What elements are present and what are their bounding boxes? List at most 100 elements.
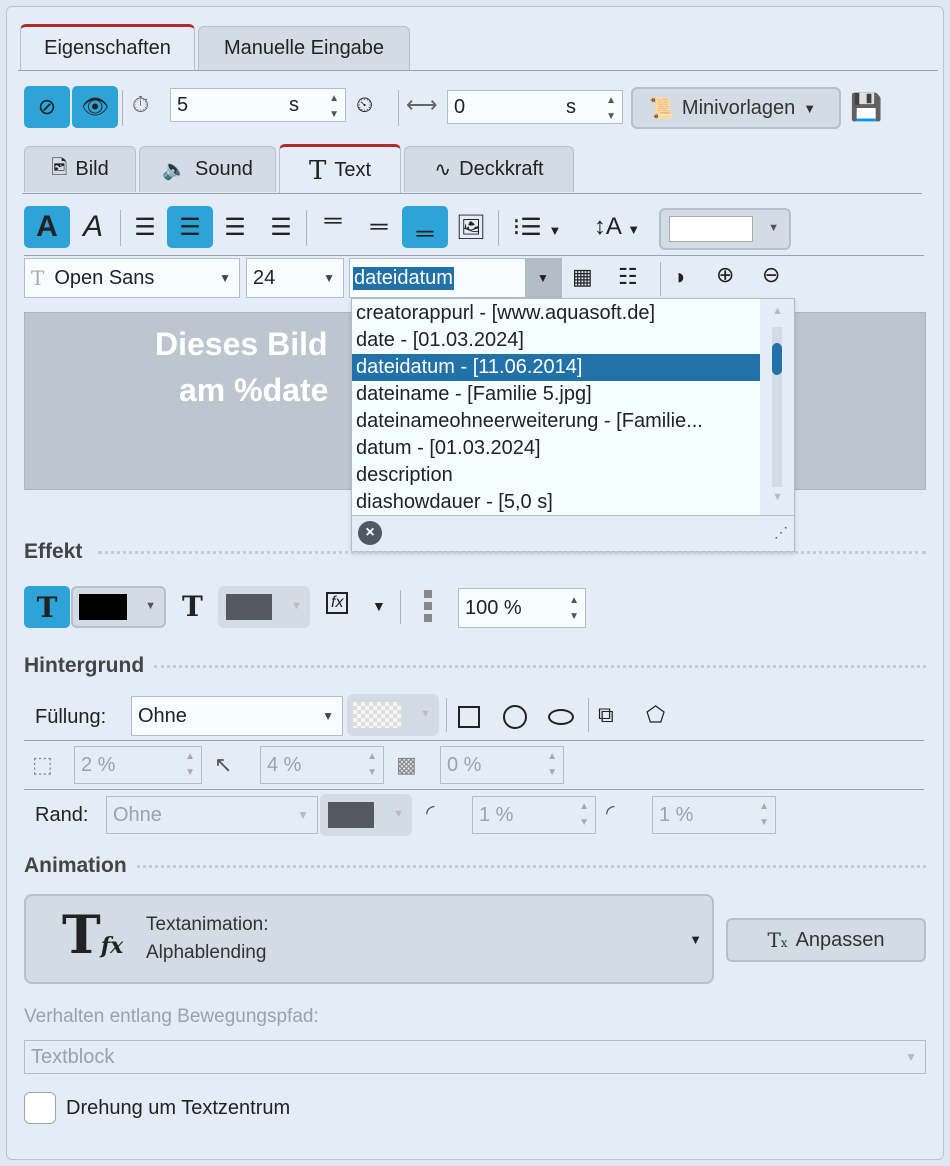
anpassen-button[interactable]: Tx Anpassen xyxy=(726,918,926,962)
divider xyxy=(24,740,924,741)
hintergrund-section-header: Hintergrund xyxy=(24,654,926,678)
list-item[interactable]: dateinameohneerweiterung - [Familie... xyxy=(352,408,760,435)
list-item[interactable]: date - [01.03.2024] xyxy=(352,327,760,354)
list-item[interactable]: diashowdauer - [5,0 s] xyxy=(352,489,760,516)
link-toggle-button[interactable]: ⊘ xyxy=(24,86,70,128)
cut-corner-shape-icon[interactable]: ⬠ xyxy=(646,702,665,728)
ellipse-shape-icon[interactable] xyxy=(548,709,574,725)
chevron-down-icon: ▼ xyxy=(803,100,817,116)
split-rows-icon[interactable]: ☷ xyxy=(618,264,638,290)
duration-value: 5 xyxy=(177,93,189,116)
preview-line-2: am %date xyxy=(179,372,329,408)
placeholder-combobox[interactable]: dateidatum ▼ xyxy=(349,258,562,298)
chevron-down-icon[interactable]: ▼ xyxy=(525,259,561,297)
text-on-image-button[interactable]: 🖼 xyxy=(448,206,494,248)
offset-stepper[interactable]: ▲ ▼ xyxy=(606,93,616,125)
link-check-icon: ⊘ xyxy=(37,94,57,119)
fx-icon[interactable]: fx xyxy=(326,592,349,614)
eye-icon: 👁 xyxy=(81,94,109,119)
minivorlagen-button[interactable]: 📜 Minivorlagen ▼ xyxy=(631,87,841,129)
list-item-selected[interactable]: dateidatum - [11.06.2014] xyxy=(352,354,760,381)
justify-button[interactable]: ☰ xyxy=(258,206,304,248)
justify-icon: ☰ xyxy=(270,213,292,241)
valign-middle-button[interactable]: ═ xyxy=(356,206,402,248)
line-spacing-button[interactable]: ↕A ▼ xyxy=(582,206,652,248)
offset-input[interactable]: 0 s ▲ ▼ xyxy=(447,90,623,124)
resize-grip-icon[interactable]: ⋰ xyxy=(774,524,788,541)
rectangle-shape-icon[interactable] xyxy=(458,706,480,728)
align-center-button[interactable]: ☰ xyxy=(167,206,213,248)
shadow-t-icon[interactable]: T xyxy=(182,590,203,623)
zoom-in-icon[interactable]: ⊕ xyxy=(716,262,734,288)
corner-value: 2 % xyxy=(81,753,116,776)
tab-manuelle-eingabe[interactable]: Manuelle Eingabe xyxy=(198,26,410,70)
visibility-button[interactable]: 👁 xyxy=(72,86,118,128)
contrast-icon[interactable]: ◑ xyxy=(672,264,685,290)
text-animation-select[interactable]: Tfx Textanimation: Alphablending ▼ xyxy=(24,894,714,984)
scroll-thumb[interactable] xyxy=(772,343,782,375)
valign-top-button[interactable]: ═ xyxy=(310,200,356,242)
italic-button[interactable]: A xyxy=(70,206,116,248)
rotate-checkbox[interactable] xyxy=(24,1092,56,1124)
circle-shape-icon[interactable] xyxy=(503,705,527,729)
shadow-value: 0 % xyxy=(447,753,482,776)
text-fx-icon: Tfx xyxy=(62,905,124,966)
chevron-down-icon: ▼ xyxy=(323,271,335,285)
scroll-up-icon[interactable]: ▲ xyxy=(772,305,783,317)
list-item[interactable]: creatorappurl - [www.aquasoft.de] xyxy=(352,300,760,327)
chevron-down-icon: ▼ xyxy=(322,709,334,723)
stepper: ▲ ▼ xyxy=(579,801,589,828)
list-item[interactable]: dateiname - [Familie 5.jpg] xyxy=(352,381,760,408)
font-size-select[interactable]: 24 ▼ xyxy=(246,258,344,298)
scrollbar[interactable]: ▲ ▼ xyxy=(760,299,794,515)
color-swatch xyxy=(328,802,374,828)
chevron-down-icon[interactable]: ▼ xyxy=(372,598,386,614)
tab-eigenschaften[interactable]: Eigenschaften xyxy=(20,24,195,70)
tab-label: Eigenschaften xyxy=(44,37,171,59)
border-width-icon: ◜ xyxy=(426,800,435,825)
stopwatch-icon: ⏱ xyxy=(132,92,150,117)
font-select[interactable]: T Open Sans ▼ xyxy=(24,258,240,298)
bold-button[interactable]: A xyxy=(24,206,70,248)
duration-stepper[interactable]: ▲ ▼ xyxy=(329,91,339,123)
chevron-down-icon: ▼ xyxy=(420,708,431,720)
fill-select[interactable]: Ohne ▼ xyxy=(131,696,343,736)
list-item[interactable]: datum - [01.03.2024] xyxy=(352,435,760,462)
valign-bottom-button[interactable]: ═ xyxy=(402,206,448,248)
save-icon[interactable]: 💾 xyxy=(850,92,882,123)
shadow-stepper: ▲ ▼ xyxy=(547,751,557,778)
tab-bild[interactable]: 🖻 Bild xyxy=(24,146,136,192)
path-label: Verhalten entlang Bewegungspfad: xyxy=(24,1006,319,1027)
scroll-down-icon[interactable]: ▼ xyxy=(772,491,783,503)
text-color-picker[interactable]: ▼ xyxy=(659,208,791,250)
opacity-stepper[interactable]: ▲ ▼ xyxy=(569,593,579,625)
opacity-input[interactable]: 100 % ▲ ▼ xyxy=(458,588,586,628)
notched-shape-icon[interactable]: ⧉ xyxy=(598,702,614,728)
divider xyxy=(398,90,399,126)
scroll-track[interactable] xyxy=(772,327,782,487)
list-button[interactable]: ⁝☰ ▼ xyxy=(502,206,572,248)
align-right-icon: ☰ xyxy=(224,213,246,241)
border-width-input-2: 1 % ▲ ▼ xyxy=(652,796,776,834)
grid-layout-icon[interactable]: ▦ xyxy=(572,264,593,290)
chevron-down-icon: ▼ xyxy=(291,600,302,612)
outline-t-icon: T xyxy=(36,590,58,624)
text-fx-icon: Tx xyxy=(767,928,788,952)
effect-color-picker[interactable]: ▼ xyxy=(71,586,166,628)
align-right-button[interactable]: ☰ xyxy=(212,206,258,248)
placeholder-dropdown-list[interactable]: creatorappurl - [www.aquasoft.de] date -… xyxy=(351,298,795,552)
animation-label: Textanimation: xyxy=(146,914,269,935)
duration-input[interactable]: 5 s ▲ ▼ xyxy=(170,88,346,122)
list-item[interactable]: description xyxy=(352,462,760,489)
tab-deckkraft[interactable]: ∿ Deckkraft xyxy=(404,146,574,192)
tab-text[interactable]: T Text xyxy=(279,144,401,194)
align-left-button[interactable]: ☰ xyxy=(122,206,168,248)
divider xyxy=(24,789,924,790)
divider xyxy=(120,210,121,246)
timing-magic-icon[interactable]: ⏲ xyxy=(356,92,373,118)
zoom-out-icon[interactable]: ⊖ xyxy=(762,262,780,288)
divider xyxy=(660,262,661,296)
outline-text-button[interactable]: T xyxy=(24,586,70,628)
tab-sound[interactable]: 🔈 Sound xyxy=(139,146,276,192)
align-left-icon: ☰ xyxy=(134,213,156,241)
